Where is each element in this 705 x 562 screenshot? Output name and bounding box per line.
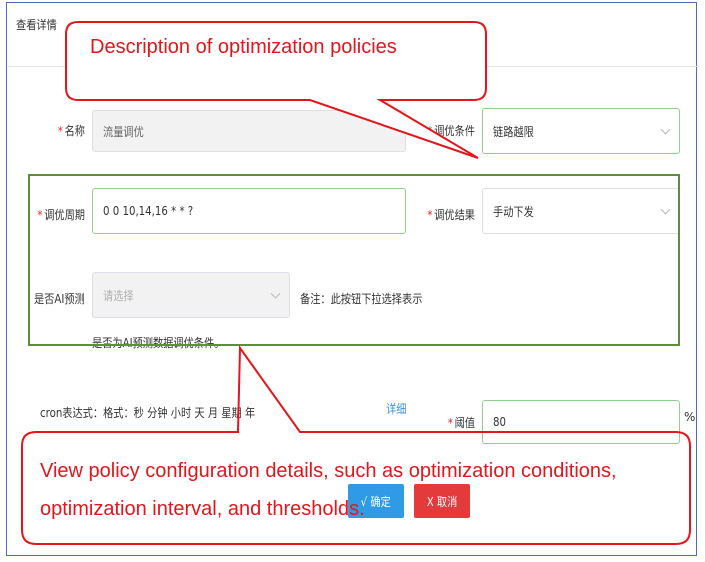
threshold-unit: % [684,410,696,424]
condition-label: * 调优条件 [427,124,475,138]
bottom-callout-text: View policy configuration details, such … [40,460,617,520]
highlight-frame [28,174,680,346]
top-callout-text: Description of optimization policies [90,36,397,58]
cron-detail-link[interactable]: 详细 [386,400,406,417]
threshold-label: * 阈值 [447,416,475,430]
chevron-down-icon [660,124,671,135]
condition-select[interactable]: 链路越限 [482,108,680,154]
threshold-input[interactable]: 80 [482,400,680,444]
cron-hint: cron表达式：格式：秒 分钟 小时 天 月 星期 年 [40,406,256,420]
header-divider [8,66,697,67]
page-title: 查看详情 [16,18,57,32]
name-field[interactable]: 流量调优 [92,110,406,152]
name-label: * 名称 [57,124,85,138]
